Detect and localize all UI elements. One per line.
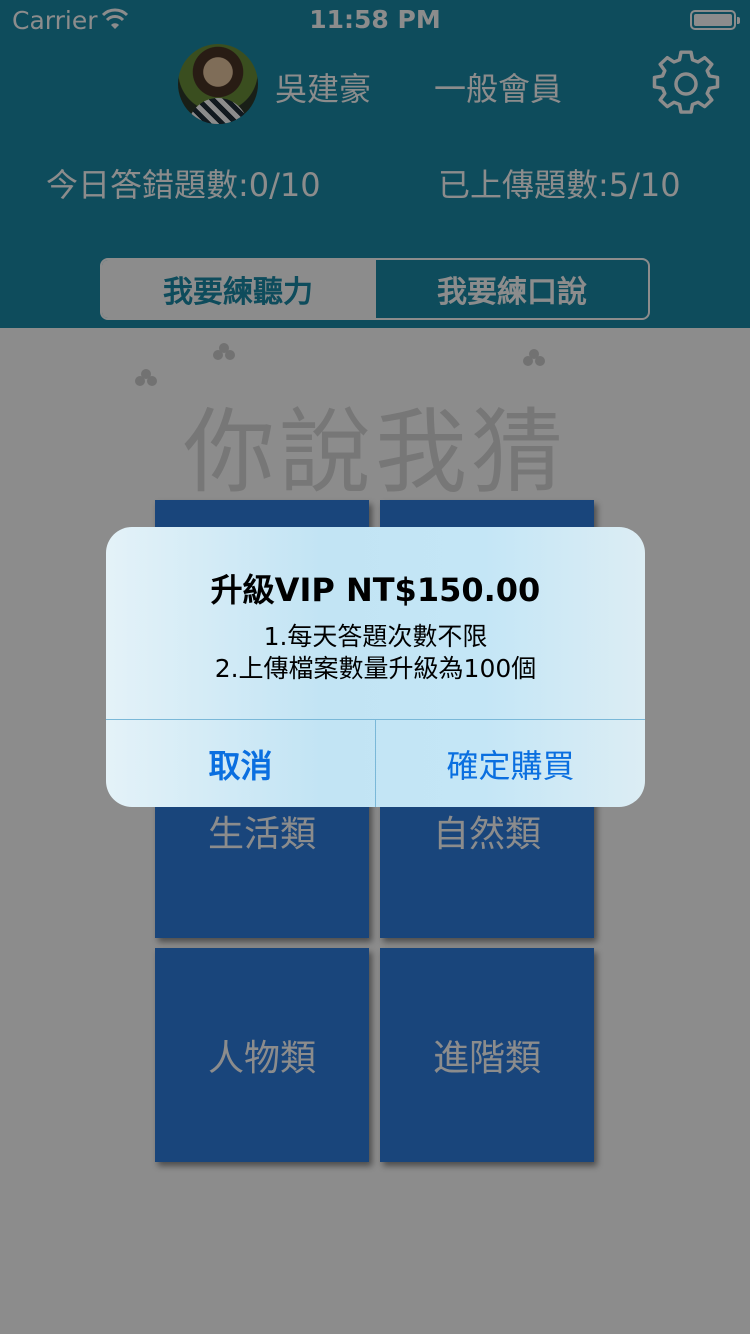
alert-benefit-2: 2.上傳檔案數量升級為100個	[214, 654, 537, 683]
cancel-button[interactable]: 取消	[106, 720, 375, 807]
alert-title: 升級VIP NT$150.00	[210, 571, 541, 609]
vip-upgrade-alert: 升級VIP NT$150.00 1.每天答題次數不限 2.上傳檔案數量升級為10…	[106, 527, 645, 807]
confirm-purchase-button[interactable]: 確定購買	[376, 720, 645, 807]
alert-benefit-1: 1.每天答題次數不限	[263, 622, 488, 651]
